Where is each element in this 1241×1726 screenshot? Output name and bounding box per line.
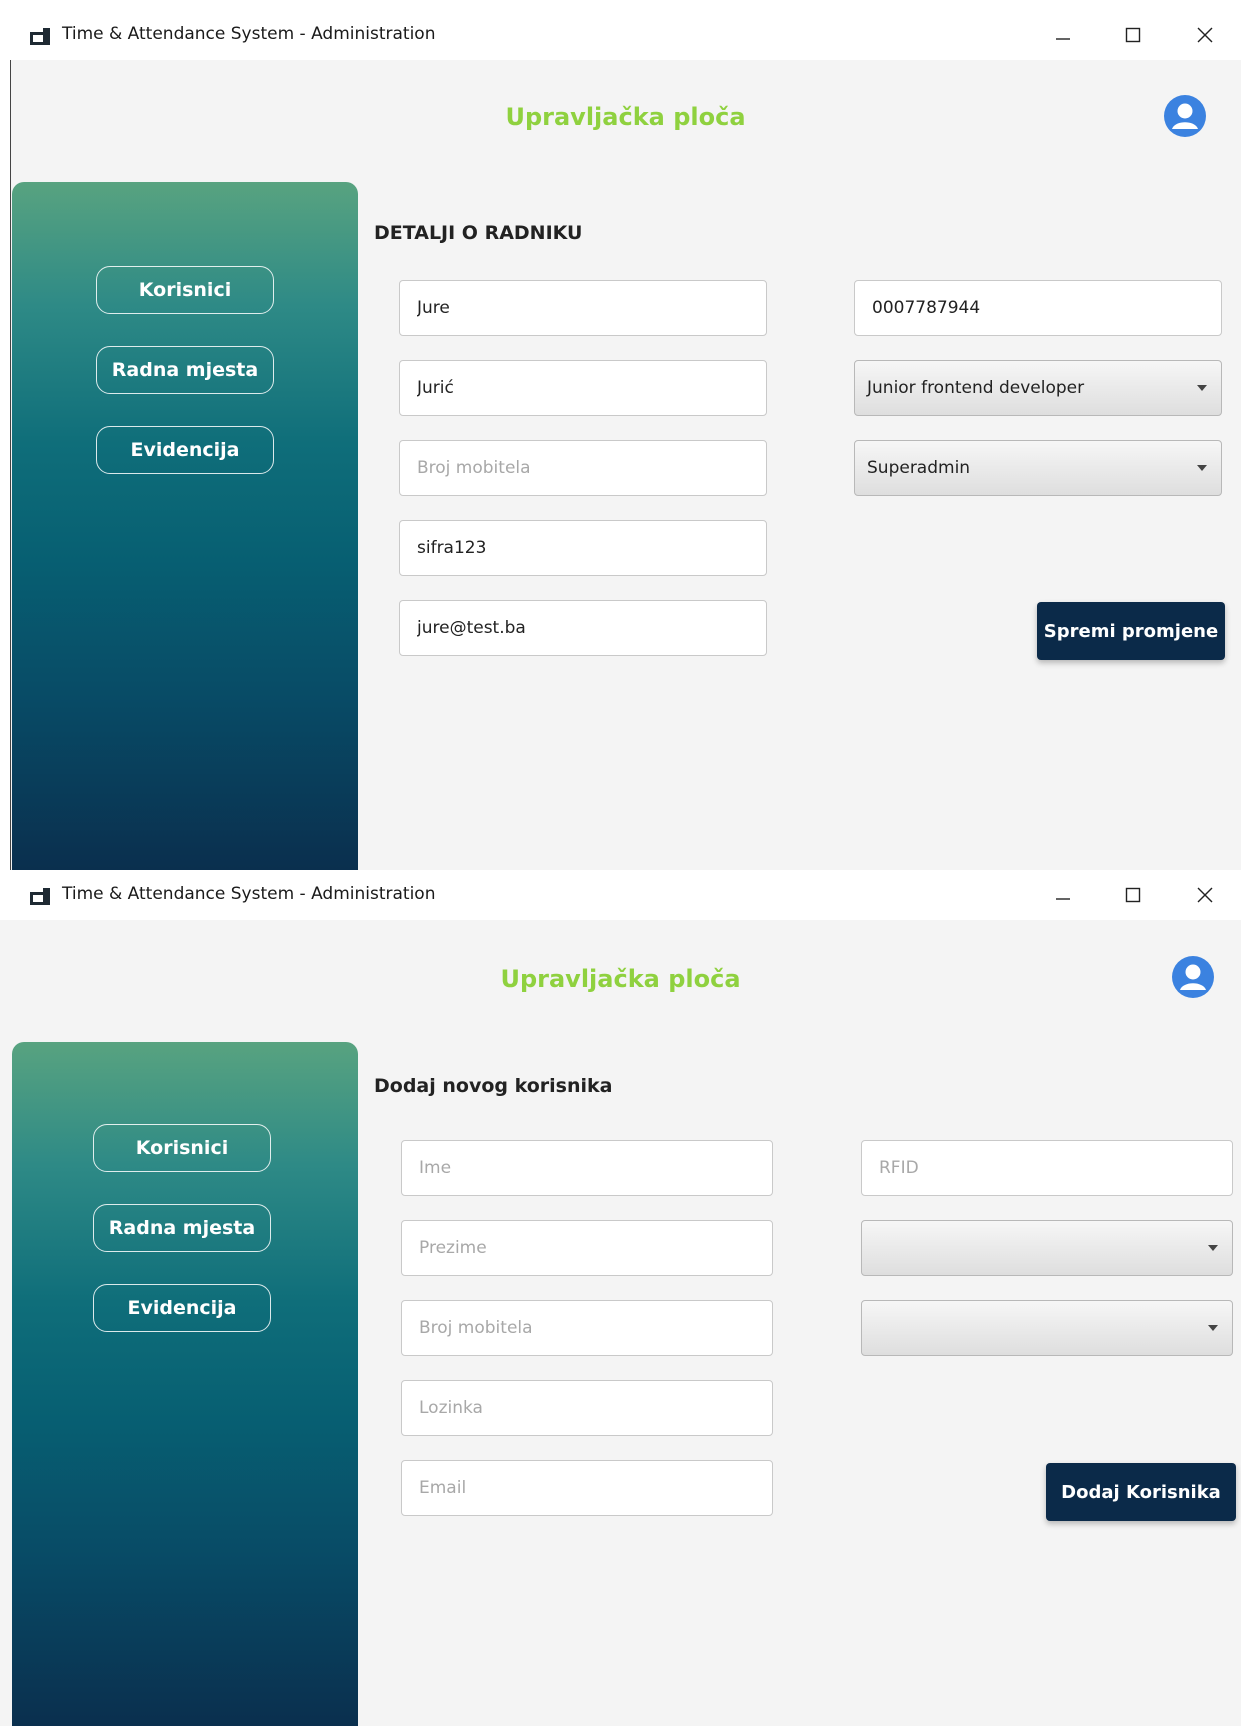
password-field[interactable]	[399, 520, 767, 576]
edit-employee-window: Time & Attendance System - Administratio…	[10, 10, 1241, 870]
rfid-input[interactable]	[870, 297, 1221, 319]
app-logo-icon	[30, 28, 50, 45]
last-name-input[interactable]	[415, 377, 766, 399]
dashboard-title: Upravljačka ploča	[500, 965, 741, 993]
sidebar-item-evidencija[interactable]: Evidencija	[93, 1284, 271, 1332]
maximize-button[interactable]	[1113, 878, 1153, 912]
rfid-field[interactable]	[854, 280, 1222, 336]
role-select[interactable]	[861, 1300, 1233, 1356]
role-select[interactable]: Superadmin	[854, 440, 1222, 496]
add-user-window: Time & Attendance System - Administratio…	[0, 870, 1241, 1726]
first-name-field[interactable]	[401, 1140, 773, 1196]
password-input[interactable]	[415, 537, 766, 559]
chevron-down-icon	[1208, 1325, 1218, 1331]
close-button[interactable]	[1185, 18, 1225, 52]
phone-field[interactable]	[399, 440, 767, 496]
close-icon	[1197, 27, 1213, 43]
password-field[interactable]	[401, 1380, 773, 1436]
save-changes-button[interactable]: Spremi promjene	[1037, 602, 1225, 660]
last-name-field[interactable]	[399, 360, 767, 416]
minimize-icon	[1056, 898, 1070, 900]
minimize-button[interactable]	[1043, 18, 1083, 52]
sidebar-item-radna-mjesta[interactable]: Radna mjesta	[96, 346, 274, 394]
section-title: DETALJI O RADNIKU	[374, 222, 583, 244]
first-name-input[interactable]	[415, 297, 766, 319]
last-name-field[interactable]	[401, 1220, 773, 1276]
chevron-down-icon	[1208, 1245, 1218, 1251]
email-input[interactable]	[415, 617, 766, 639]
rfid-input[interactable]	[877, 1157, 1232, 1179]
title-bar: Time & Attendance System - Administratio…	[0, 870, 1241, 920]
position-select[interactable]	[861, 1220, 1233, 1276]
window-edge	[10, 10, 11, 870]
chevron-down-icon	[1197, 465, 1207, 471]
rfid-field[interactable]	[861, 1140, 1233, 1196]
user-avatar-icon[interactable]	[1164, 95, 1206, 137]
position-select-value: Junior frontend developer	[867, 378, 1085, 398]
sidebar-item-radna-mjesta[interactable]: Radna mjesta	[93, 1204, 271, 1252]
close-button[interactable]	[1185, 878, 1225, 912]
minimize-icon	[1056, 38, 1070, 40]
title-bar: Time & Attendance System - Administratio…	[10, 10, 1241, 60]
sidebar-item-korisnici[interactable]: Korisnici	[93, 1124, 271, 1172]
chevron-down-icon	[1197, 385, 1207, 391]
window-title: Time & Attendance System - Administratio…	[62, 24, 436, 44]
minimize-button[interactable]	[1043, 878, 1083, 912]
maximize-button[interactable]	[1113, 18, 1153, 52]
first-name-field[interactable]	[399, 280, 767, 336]
email-field[interactable]	[401, 1460, 773, 1516]
app-logo-icon	[30, 888, 50, 905]
role-select-value: Superadmin	[867, 458, 971, 478]
last-name-input[interactable]	[417, 1237, 772, 1259]
user-avatar-icon[interactable]	[1172, 956, 1214, 998]
sidebar-item-evidencija[interactable]: Evidencija	[96, 426, 274, 474]
position-select[interactable]: Junior frontend developer	[854, 360, 1222, 416]
close-icon	[1197, 887, 1213, 903]
sidebar: Korisnici Radna mjesta Evidencija	[12, 1042, 358, 1726]
email-input[interactable]	[417, 1477, 772, 1499]
password-input[interactable]	[417, 1397, 772, 1419]
maximize-icon	[1125, 27, 1141, 43]
add-user-button[interactable]: Dodaj Korisnika	[1046, 1463, 1236, 1521]
maximize-icon	[1125, 887, 1141, 903]
sidebar: Korisnici Radna mjesta Evidencija	[12, 182, 358, 870]
phone-field[interactable]	[401, 1300, 773, 1356]
phone-input[interactable]	[415, 457, 766, 479]
dashboard-title: Upravljačka ploča	[505, 103, 746, 131]
section-title: Dodaj novog korisnika	[374, 1075, 613, 1097]
sidebar-item-korisnici[interactable]: Korisnici	[96, 266, 274, 314]
email-field[interactable]	[399, 600, 767, 656]
first-name-input[interactable]	[417, 1157, 772, 1179]
window-title: Time & Attendance System - Administratio…	[62, 884, 436, 904]
phone-input[interactable]	[417, 1317, 772, 1339]
